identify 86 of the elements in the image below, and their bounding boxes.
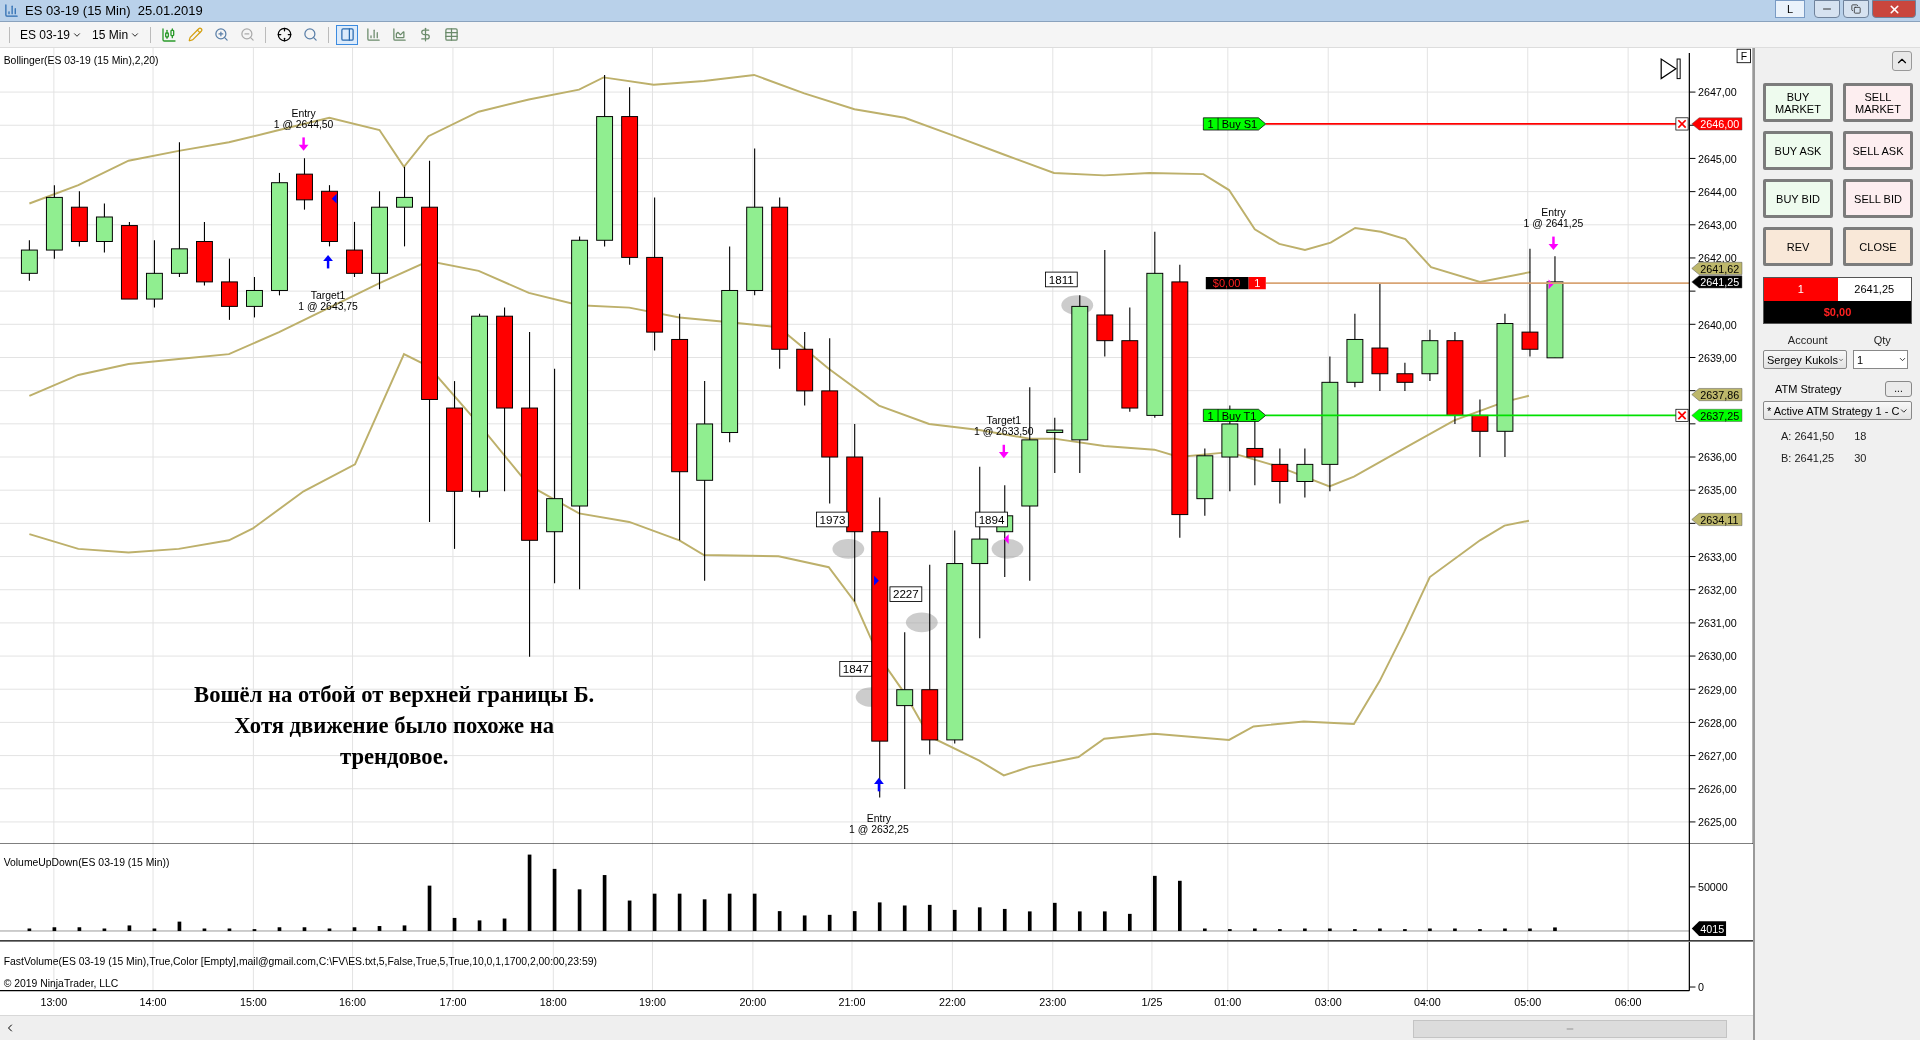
- account-dropdown[interactable]: Sergey Kukols: [1763, 350, 1847, 369]
- interval-dropdown[interactable]: 15 Min: [89, 24, 144, 45]
- time-axis-label: 16:00: [339, 996, 366, 1009]
- order-button[interactable]: BUY BID: [1763, 179, 1833, 218]
- position-quantity: 1: [1764, 278, 1838, 301]
- order-button[interactable]: SELL BID: [1843, 179, 1913, 218]
- time-axis-label: 04:00: [1413, 996, 1441, 1009]
- time-axis-label: 23:00: [1039, 996, 1067, 1009]
- quote-price: B: 2641,25: [1781, 452, 1835, 464]
- qty-field[interactable]: 1: [1853, 350, 1908, 369]
- order-button[interactable]: SELL MARKET: [1843, 83, 1913, 122]
- time-axis-label: 22:00: [938, 996, 966, 1009]
- profit-loss: $0,00: [1764, 301, 1911, 323]
- volume-label: 2227: [889, 586, 923, 602]
- atm-button[interactable]: ...: [1885, 381, 1912, 397]
- time-axis-label: 19:00: [639, 996, 666, 1009]
- price-axis-label: 2629,00: [1697, 683, 1737, 696]
- price-axis-label: 2639,00: [1697, 351, 1737, 364]
- price-axis-label: 2635,00: [1697, 484, 1737, 497]
- trade-label: Entry 1 @ 2644,50: [273, 107, 334, 130]
- trade-label: Entry 1 @ 2632,25: [849, 812, 909, 835]
- atm-dropdown[interactable]: * Active ATM Strategy 1 - C: [1763, 401, 1912, 420]
- price-badge: 2634,11: [1691, 513, 1743, 526]
- quote-price: A: 2641,50: [1781, 430, 1835, 442]
- panel-button[interactable]: F: [1736, 48, 1751, 64]
- indicator-label: Bollinger(ES 03-19 (15 Min),2,20): [3, 54, 159, 66]
- price-badge: 2637,25: [1691, 409, 1743, 422]
- order-button[interactable]: REV: [1763, 227, 1833, 266]
- price-axis-label: 2630,00: [1697, 650, 1737, 663]
- order-button[interactable]: BUY ASK: [1763, 131, 1833, 170]
- instrument-dropdown[interactable]: ES 03-19: [17, 24, 86, 45]
- account-label: Account: [1786, 334, 1829, 346]
- indicator-label: FastVolume(ES 03-19 (15 Min),True,Color [Empty],mail@gmail.com,C:\FV\ES.txt,5,False,True,5,True,10,0,1,1700,2,00:00,23:59): [3, 956, 597, 968]
- window-title: ES 03-19 (15 Min) 25.01.2019: [25, 3, 203, 18]
- volume-badge: 4015: [1691, 921, 1727, 936]
- atm-label: ATM Strategy: [1775, 383, 1842, 395]
- price-axis-label: 2647,00: [1697, 86, 1737, 99]
- time-axis-label: 14:00: [139, 996, 167, 1009]
- price-axis-label: 2644,00: [1697, 185, 1737, 198]
- average-price: 2641,25: [1837, 278, 1911, 301]
- trade-label: Entry 1 @ 2641,25: [1523, 206, 1584, 229]
- volume-axis-label: 50000: [1697, 881, 1728, 894]
- time-axis-label: 21:00: [838, 996, 866, 1009]
- volume-axis-label: 0: [1697, 981, 1704, 994]
- price-axis-label: 2631,00: [1697, 617, 1737, 630]
- time-axis-label: 13:00: [40, 996, 68, 1009]
- order-flag[interactable]: 1 Buy S1: [1203, 117, 1267, 131]
- price-axis-label: 2645,00: [1697, 152, 1737, 165]
- price-badge: 2646,00: [1691, 117, 1743, 131]
- price-badge: 2641,62: [1691, 262, 1743, 275]
- price-axis-label: 2626,00: [1697, 783, 1737, 796]
- order-button[interactable]: BUY MARKET: [1763, 83, 1833, 122]
- volume-label: 1894: [975, 511, 1008, 528]
- volume-label: 1847: [839, 661, 873, 677]
- price-axis-label: 2642,00: [1697, 252, 1737, 265]
- price-axis-label: 2628,00: [1697, 716, 1737, 729]
- time-axis-label: 06:00: [1614, 996, 1642, 1009]
- price-badge: 2641,25: [1691, 275, 1743, 289]
- time-axis-label: 18:00: [539, 996, 567, 1009]
- time-axis-label: 01:00: [1214, 996, 1242, 1009]
- price-axis-label: 2633,00: [1697, 550, 1737, 563]
- order-button[interactable]: CLOSE: [1843, 227, 1913, 266]
- volume-label: 1811: [1045, 271, 1078, 288]
- price-badge: 2637,86: [1691, 388, 1743, 401]
- quote-size: 18: [1854, 430, 1867, 442]
- order-button[interactable]: SELL ASK: [1843, 131, 1913, 170]
- price-axis-label: 2625,00: [1697, 816, 1737, 829]
- time-axis-label: 03:00: [1314, 996, 1342, 1009]
- time-axis-label: 15:00: [239, 996, 267, 1009]
- price-axis-label: 2643,00: [1697, 219, 1737, 232]
- price-axis-label: 2632,00: [1697, 584, 1737, 596]
- time-axis-label: 20:00: [739, 996, 767, 1009]
- quote-size: 30: [1854, 452, 1867, 464]
- order-flag[interactable]: 1 Buy T1: [1203, 408, 1267, 422]
- link-button[interactable]: L: [1775, 0, 1805, 18]
- time-axis-label: 17:00: [439, 996, 467, 1009]
- copyright-text: © 2019 NinjaTrader, LLC: [3, 978, 119, 989]
- chart-comment: Вошёл на отбой от верхней границы Б. Хотя движение было похоже на трендовое.: [194, 681, 595, 770]
- price-axis-label: 2640,00: [1697, 318, 1737, 331]
- price-axis-label: 2636,00: [1697, 451, 1737, 464]
- time-axis-label: 1/25: [1141, 996, 1163, 1009]
- price-axis-label: 2627,00: [1697, 749, 1737, 762]
- time-axis-label: 05:00: [1514, 996, 1542, 1009]
- qty-label: Qty: [1872, 334, 1892, 346]
- indicator-label: VolumeUpDown(ES 03-19 (15 Min)): [3, 857, 170, 869]
- volume-label: 1973: [816, 511, 849, 528]
